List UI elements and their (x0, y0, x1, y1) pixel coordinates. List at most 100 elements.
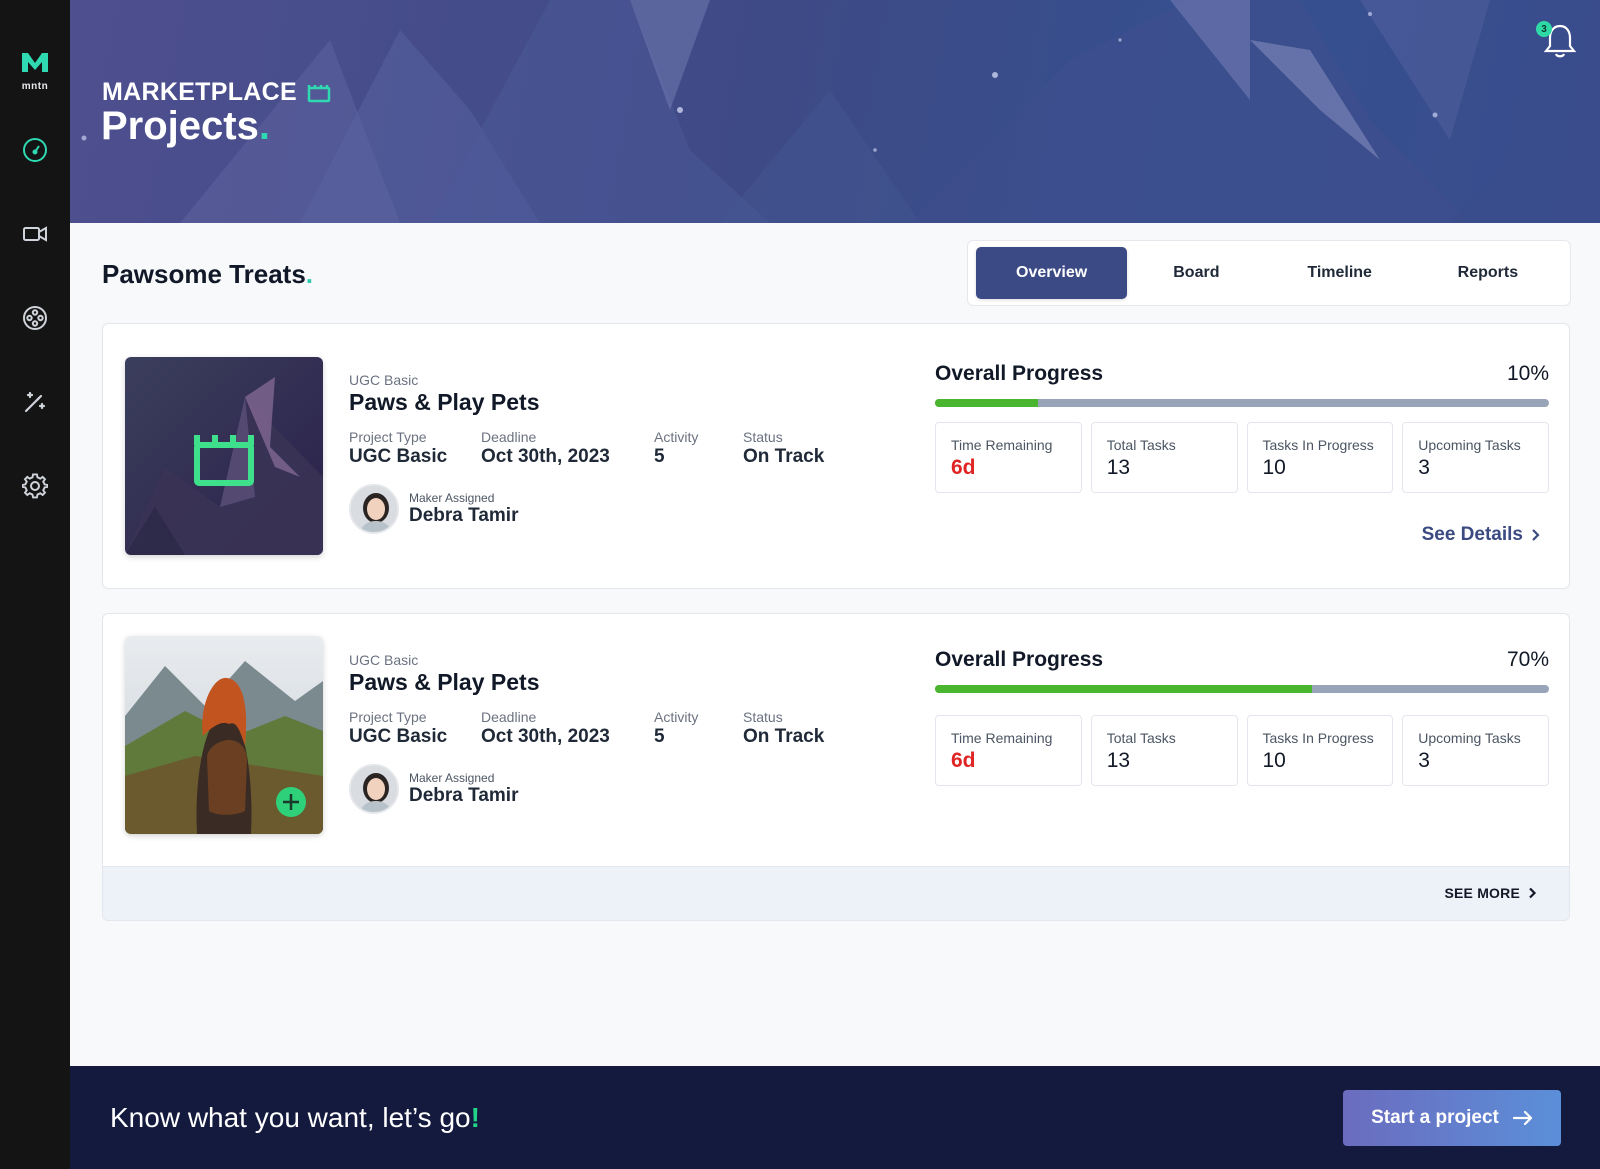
meta-value: UGC Basic (349, 726, 448, 747)
maker-name: Debra Tamir (409, 505, 519, 526)
project-name-dot: . (305, 259, 314, 289)
stat-value: 10 (1262, 749, 1286, 772)
project-tabs: Overview Board Timeline Reports (967, 240, 1571, 306)
start-project-button[interactable]: Start a project (1343, 1090, 1561, 1146)
see-details-link[interactable]: See Details (1422, 524, 1541, 546)
meta-label: Status (743, 709, 783, 725)
meta-value: Oct 30th, 2023 (481, 726, 610, 747)
tab-reports[interactable]: Reports (1414, 247, 1562, 299)
progress-bar (935, 399, 1549, 407)
maker-assigned[interactable]: Maker Assigned Debra Tamir (349, 484, 649, 534)
stat-label: Upcoming Tasks (1418, 730, 1521, 746)
mntn-logo[interactable]: mntn (16, 50, 54, 92)
video-camera-icon (23, 226, 47, 242)
tab-overview[interactable]: Overview (976, 247, 1128, 299)
stat-value: 13 (1106, 456, 1131, 479)
chevron-right-icon (1529, 887, 1537, 899)
avatar (349, 484, 399, 534)
meta-label: Deadline (481, 429, 537, 445)
progress-percent: 10% (1506, 362, 1549, 385)
stat-label: Time Remaining (951, 730, 1053, 746)
stat-upcoming-tasks: Upcoming Tasks 3 (1402, 715, 1549, 786)
stat-tasks-in-progress: Tasks In Progress 10 (1246, 422, 1394, 493)
stat-label: Tasks In Progress (1262, 730, 1374, 746)
meta-status: Status On Track (743, 429, 824, 468)
hero-kicker: MARKETPLACE (102, 78, 331, 107)
maker-label: Maker Assigned (409, 491, 495, 505)
notifications-button[interactable]: 3 (1536, 20, 1580, 60)
film-reel-icon (23, 306, 47, 330)
project-name-text: Pawsome Treats (102, 259, 306, 289)
card-footer: SEE MORE (103, 866, 1569, 920)
sidebar-item-media[interactable] (21, 304, 49, 332)
progress-bar-fill (935, 685, 1312, 693)
overall-progress: Overall Progress 70% Time Remaining 6d T… (935, 648, 1549, 786)
project-card: UGC Basic Paws & Play Pets Project Type … (102, 323, 1570, 589)
project-name: Pawsome Treats. (102, 259, 313, 290)
project-card: UGC Basic Paws & Play Pets Project Type … (102, 613, 1570, 921)
cta-banner-message: Know what you want, let’s go (110, 1102, 471, 1133)
stat-label: Total Tasks (1106, 437, 1176, 453)
maker-avatar-image (351, 486, 397, 532)
see-details-label: See Details (1421, 524, 1523, 545)
stat-tasks-in-progress: Tasks In Progress 10 (1246, 715, 1394, 786)
stat-value: 13 (1106, 749, 1131, 772)
chevron-right-icon (1532, 529, 1540, 541)
page-title: Projects. (101, 104, 270, 149)
mntn-logo-mark-icon (22, 53, 48, 72)
meta-status: Status On Track (743, 709, 824, 748)
mountain-illustration (81, 0, 1600, 223)
sidebar: mntn (0, 0, 70, 1169)
stat-label: Upcoming Tasks (1418, 437, 1521, 453)
meta-activity: Activity 5 (654, 709, 698, 748)
see-more-label: SEE MORE (1444, 885, 1520, 901)
project-thumbnail[interactable] (125, 357, 323, 555)
progress-bar-fill (935, 399, 1038, 407)
stat-upcoming-tasks: Upcoming Tasks 3 (1402, 422, 1549, 493)
magic-wand-icon (24, 391, 46, 413)
meta-value: UGC Basic (349, 446, 448, 467)
stat-label: Time Remaining (951, 437, 1053, 453)
meta-value: Oct 30th, 2023 (481, 446, 610, 467)
cta-banner-text: Know what you want, let’s go! (110, 1102, 480, 1134)
stat-label: Tasks In Progress (1262, 437, 1374, 453)
sidebar-item-dashboard[interactable] (21, 136, 49, 164)
see-more-link[interactable]: SEE MORE (1444, 885, 1537, 901)
stat-value: 6d (951, 749, 976, 772)
project-thumbnail[interactable] (125, 636, 323, 834)
stat-value: 10 (1262, 456, 1286, 479)
project-info: UGC Basic Paws & Play Pets Project Type … (349, 652, 824, 814)
meta-value: On Track (743, 726, 825, 747)
meta-label: Status (743, 429, 783, 445)
meta-deadline: Deadline Oct 30th, 2023 (481, 429, 610, 468)
task-stats: Time Remaining 6d Total Tasks 13 Tasks I… (935, 715, 1549, 786)
project-meta: Project Type UGC Basic Deadline Oct 30th… (349, 709, 849, 749)
project-info: UGC Basic Paws & Play Pets Project Type … (349, 372, 824, 534)
hero-banner: MARKETPLACE Projects. 3 (70, 0, 1600, 223)
sidebar-item-videos[interactable] (21, 220, 49, 248)
hiker-photo-thumbnail (125, 636, 323, 834)
meta-activity: Activity 5 (654, 429, 698, 468)
meta-value: 5 (654, 726, 665, 747)
project-category: UGC Basic (349, 652, 419, 668)
meta-deadline: Deadline Oct 30th, 2023 (481, 709, 610, 748)
maker-name: Debra Tamir (409, 785, 519, 806)
stat-time-remaining: Time Remaining 6d (935, 422, 1082, 493)
tab-board[interactable]: Board (1127, 247, 1265, 299)
mountain-clapperboard-thumbnail (125, 357, 323, 555)
sidebar-item-tools[interactable] (21, 388, 49, 416)
sidebar-item-settings[interactable] (21, 472, 49, 500)
page-title-dot: . (258, 104, 270, 148)
meta-project-type: Project Type UGC Basic (349, 429, 447, 468)
stat-total-tasks: Total Tasks 13 (1090, 715, 1238, 786)
stat-time-remaining: Time Remaining 6d (935, 715, 1082, 786)
maker-label: Maker Assigned (409, 771, 495, 785)
progress-percent: 70% (1506, 648, 1549, 671)
stat-value: 6d (951, 456, 976, 479)
project-meta: Project Type UGC Basic Deadline Oct 30th… (349, 429, 849, 469)
meta-project-type: Project Type UGC Basic (349, 709, 447, 748)
maker-avatar-image (351, 766, 397, 812)
maker-assigned[interactable]: Maker Assigned Debra Tamir (349, 764, 649, 814)
tab-timeline[interactable]: Timeline (1266, 247, 1414, 299)
hero-kicker-label: MARKETPLACE (102, 78, 297, 106)
